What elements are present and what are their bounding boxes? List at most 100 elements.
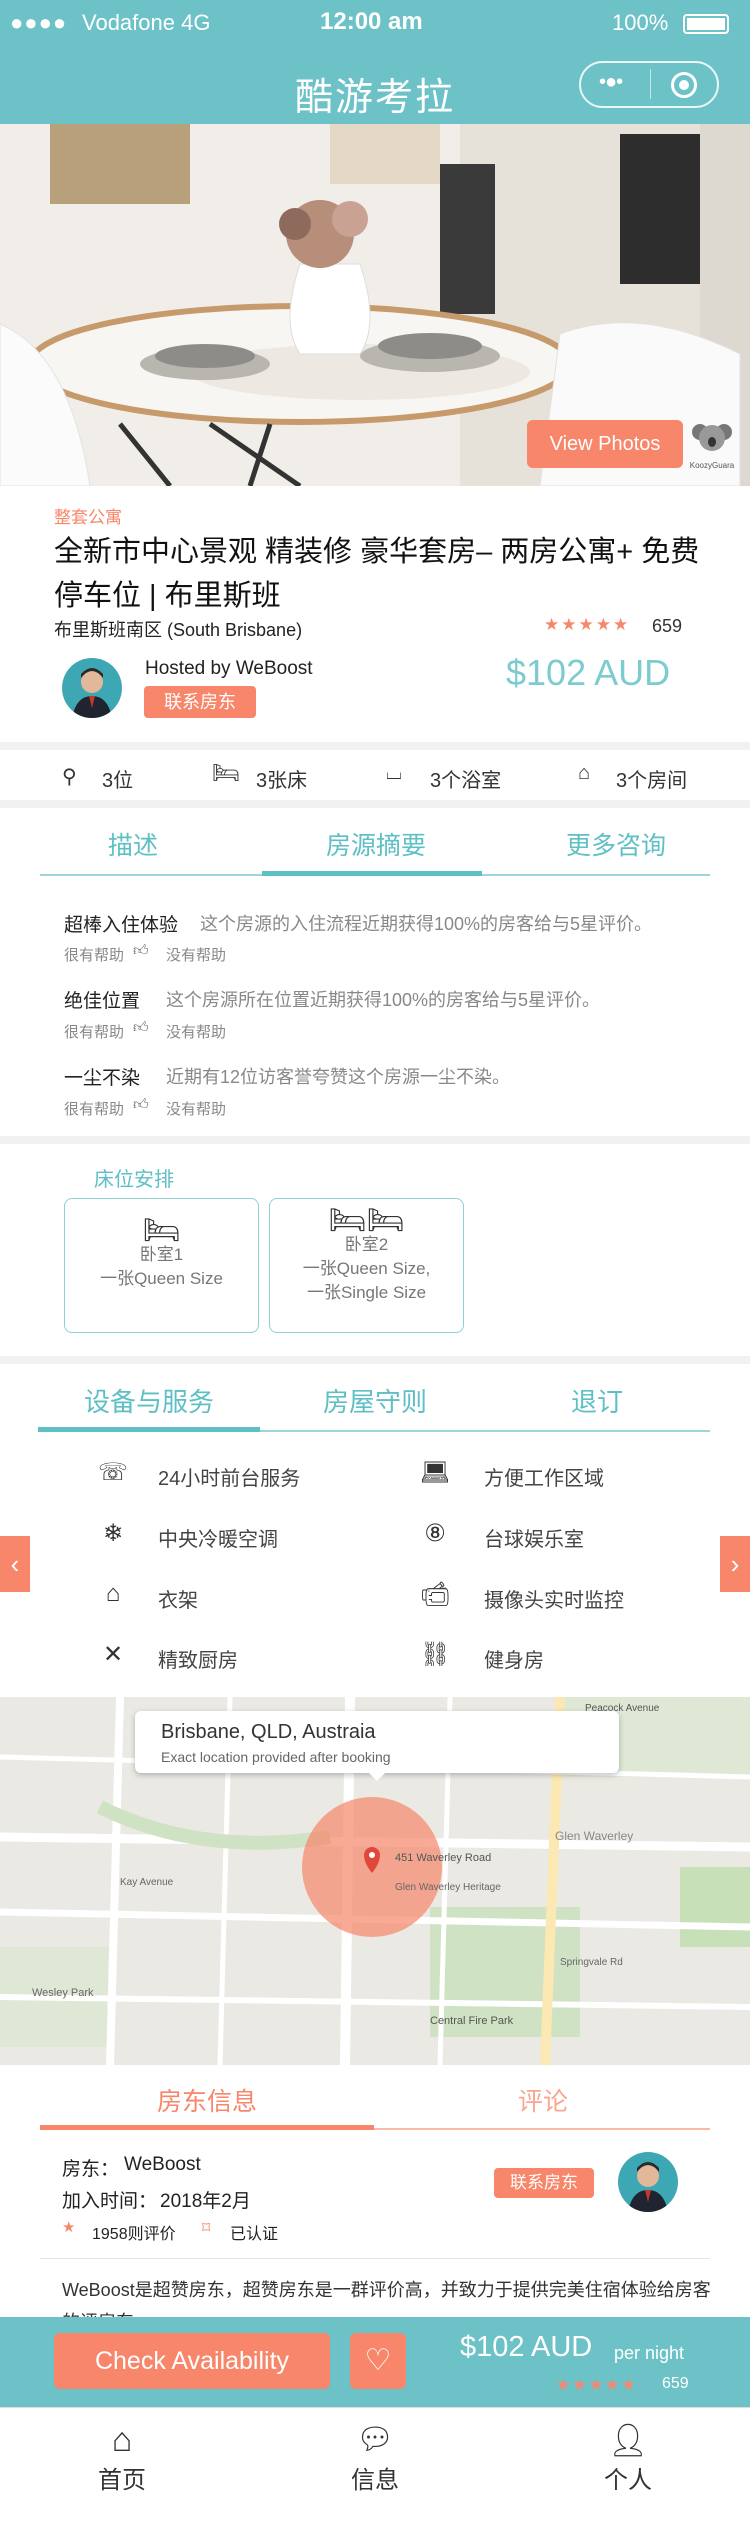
phone-24h-icon: ☏ [98, 1459, 129, 1486]
close-target-icon[interactable] [671, 72, 697, 98]
contact-host-button[interactable]: 联系房东 [494, 2168, 594, 2198]
carousel-next-button[interactable]: › [720, 1536, 750, 1592]
camera-icon: 📹︎ [420, 1581, 451, 1608]
host-divider [40, 2258, 710, 2259]
star-icon: ★ [62, 2219, 76, 2236]
tab-more-info[interactable]: 更多咨询 [516, 826, 716, 862]
tab-host-info[interactable]: 房东信息 [40, 2082, 374, 2118]
view-photos-button[interactable]: View Photos [527, 420, 683, 468]
koala-logo: KoozyGuara [687, 420, 737, 474]
tab-label: 个人 [604, 2467, 652, 2494]
more-dots-icon[interactable]: •●• [599, 71, 623, 94]
helpful-link[interactable]: 很有帮助 [64, 1021, 124, 1042]
map-label: 451 Waverley Road [395, 1852, 492, 1864]
map-label: Wesley Park [32, 1987, 94, 1999]
contact-host-button[interactable]: 联系房东 [144, 686, 256, 718]
bedroom-name: 卧室2 [344, 1235, 389, 1254]
not-helpful-link[interactable]: 没有帮助 [166, 944, 226, 965]
map-label: Glen Waverley Heritage [395, 1882, 501, 1893]
bottom-tab-bar: ⌂ 首页 💬︎ 信息 👤︎ 个人 [0, 2407, 750, 2524]
billiards-icon: ⑧ [424, 1520, 446, 1547]
not-helpful-link[interactable]: 没有帮助 [166, 1021, 226, 1042]
dumbbell-icon: ⛓ [420, 1641, 451, 1668]
map-label: Kay Avenue [120, 1877, 174, 1888]
map-popup-subtitle: Exact location provided after booking [161, 1749, 391, 1765]
host-avatar[interactable] [618, 2152, 678, 2212]
check-availability-button[interactable]: Check Availability [54, 2333, 330, 2389]
amenity-label: 衣架 [158, 1590, 198, 1612]
feature-beds: 3张床 [256, 770, 308, 792]
highlight-title: 一尘不染 [64, 1068, 141, 1089]
bed-icon: 🛏︎ [142, 1214, 181, 1247]
rating-count: 659 [652, 616, 683, 636]
features-row: ⚲ 3位 🛏︎ 3张床 ⌴ 3个浴室 ⌂ 3个房间 [0, 750, 750, 800]
map-popup-title: Brisbane, QLD, Austraia [161, 1721, 376, 1743]
signal-icon: ●●●● [10, 10, 68, 35]
user-icon: 👤︎ [607, 2422, 649, 2458]
thumb-up-icon[interactable]: 👍︎ [133, 1019, 149, 1037]
map-label: Central Fire Park [430, 2015, 514, 2027]
host-label: Hosted by WeBoost [145, 658, 313, 679]
mini-program-capsule: •●• [579, 61, 719, 108]
battery-label: 100% [612, 10, 669, 35]
amenity-label: 中央冷暖空调 [158, 1529, 278, 1551]
room-icon: ⌂ [578, 762, 591, 784]
bedroom-card: 🛏︎ 卧室1 一张Queen Size [64, 1198, 259, 1333]
booking-rating-count: 659 [662, 2375, 689, 2392]
status-time: 12:00 am [320, 8, 423, 35]
tab-description[interactable]: 描述 [40, 826, 226, 862]
bedroom-desc: 一张Queen Size [100, 1269, 223, 1288]
hero-photo[interactable]: View Photos KoozyGuara [0, 124, 750, 486]
listing-type: 整套公寓 [54, 508, 122, 527]
bed-icon: 🛏︎ [212, 760, 240, 785]
tab-house-rules[interactable]: 房屋守则 [264, 1382, 486, 1419]
tab-messages[interactable]: 💬︎ 信息 [315, 2420, 435, 2495]
kitchen-icon: ✕ [102, 1641, 124, 1668]
feature-rooms: 3个房间 [616, 770, 688, 792]
tab-amenities[interactable]: 设备与服务 [38, 1382, 260, 1419]
bedroom-desc-2: 一张Single Size [306, 1283, 427, 1302]
helpful-link[interactable]: 很有帮助 [64, 1098, 124, 1119]
tab-active-indicator [38, 1427, 260, 1432]
carousel-prev-button[interactable]: ‹ [0, 1536, 30, 1592]
highlight-desc: 近期有12位访客誉夸赞这个房源一尘不染。 [166, 1067, 511, 1087]
host-avatar[interactable] [62, 658, 122, 718]
map-popup: Brisbane, QLD, Austraia Exact location p… [135, 1711, 619, 1781]
popup-pointer [367, 1771, 387, 1781]
booking-bar: Check Availability ♡ $102 AUD per night … [0, 2317, 750, 2407]
highlight-title: 绝佳位置 [64, 991, 141, 1012]
tab-summary[interactable]: 房源摘要 [276, 826, 476, 862]
highlight-desc: 这个房源的入住流程近期获得100%的房客给与5星评价。 [200, 914, 653, 934]
helpful-link[interactable]: 很有帮助 [64, 944, 124, 965]
bedroom-name: 卧室1 [139, 1245, 184, 1264]
rating-stars: ★★★★★ [544, 615, 631, 634]
bookmark-icon: ⌑ [202, 2220, 211, 2237]
thumb-up-icon[interactable]: 👍︎ [133, 942, 149, 960]
tab-home[interactable]: ⌂ 首页 [62, 2420, 182, 2495]
tab-label: 首页 [98, 2467, 146, 2494]
home-icon: ⌂ [111, 2421, 133, 2459]
favorite-heart-icon[interactable]: ♡ [350, 2333, 406, 2389]
host-name-label: 房东： [62, 2159, 120, 2180]
tab-label: 信息 [351, 2467, 399, 2494]
two-beds-icon: 🛏︎🛏︎ [328, 1204, 405, 1237]
highlight-title: 超棒入住体验 [64, 915, 179, 936]
tab-reviews[interactable]: 评论 [376, 2082, 710, 2118]
beds-title: 床位安排 [94, 1169, 174, 1191]
carrier-label: Vodafone 4G [82, 10, 211, 35]
tab-cancellation[interactable]: 退订 [486, 1382, 708, 1419]
hanger-icon: ⌂ [105, 1580, 121, 1607]
top-bar: ●●●● Vodafone 4G 12:00 am 100% 酷游考拉 •●• [0, 0, 750, 124]
tab-profile[interactable]: 👤︎ 个人 [568, 2420, 688, 2495]
tab-active-indicator [40, 2125, 374, 2130]
section-divider [0, 800, 750, 808]
bathtub-icon: ⌴ [386, 762, 402, 784]
not-helpful-link[interactable]: 没有帮助 [166, 1098, 226, 1119]
thumb-up-icon[interactable]: 👍︎ [133, 1096, 149, 1114]
guests-icon: ⚲ [62, 766, 77, 788]
amenity-label: 摄像头实时监控 [484, 1590, 624, 1612]
location-map[interactable]: 451 Waverley Road Glen Waverley Glen Wav… [0, 1697, 750, 2065]
amenity-label: 精致厨房 [158, 1650, 238, 1672]
feature-guests: 3位 [102, 770, 134, 792]
app-root: { "status": {"carrier": "Vodafone 4G", "… [0, 0, 750, 2524]
